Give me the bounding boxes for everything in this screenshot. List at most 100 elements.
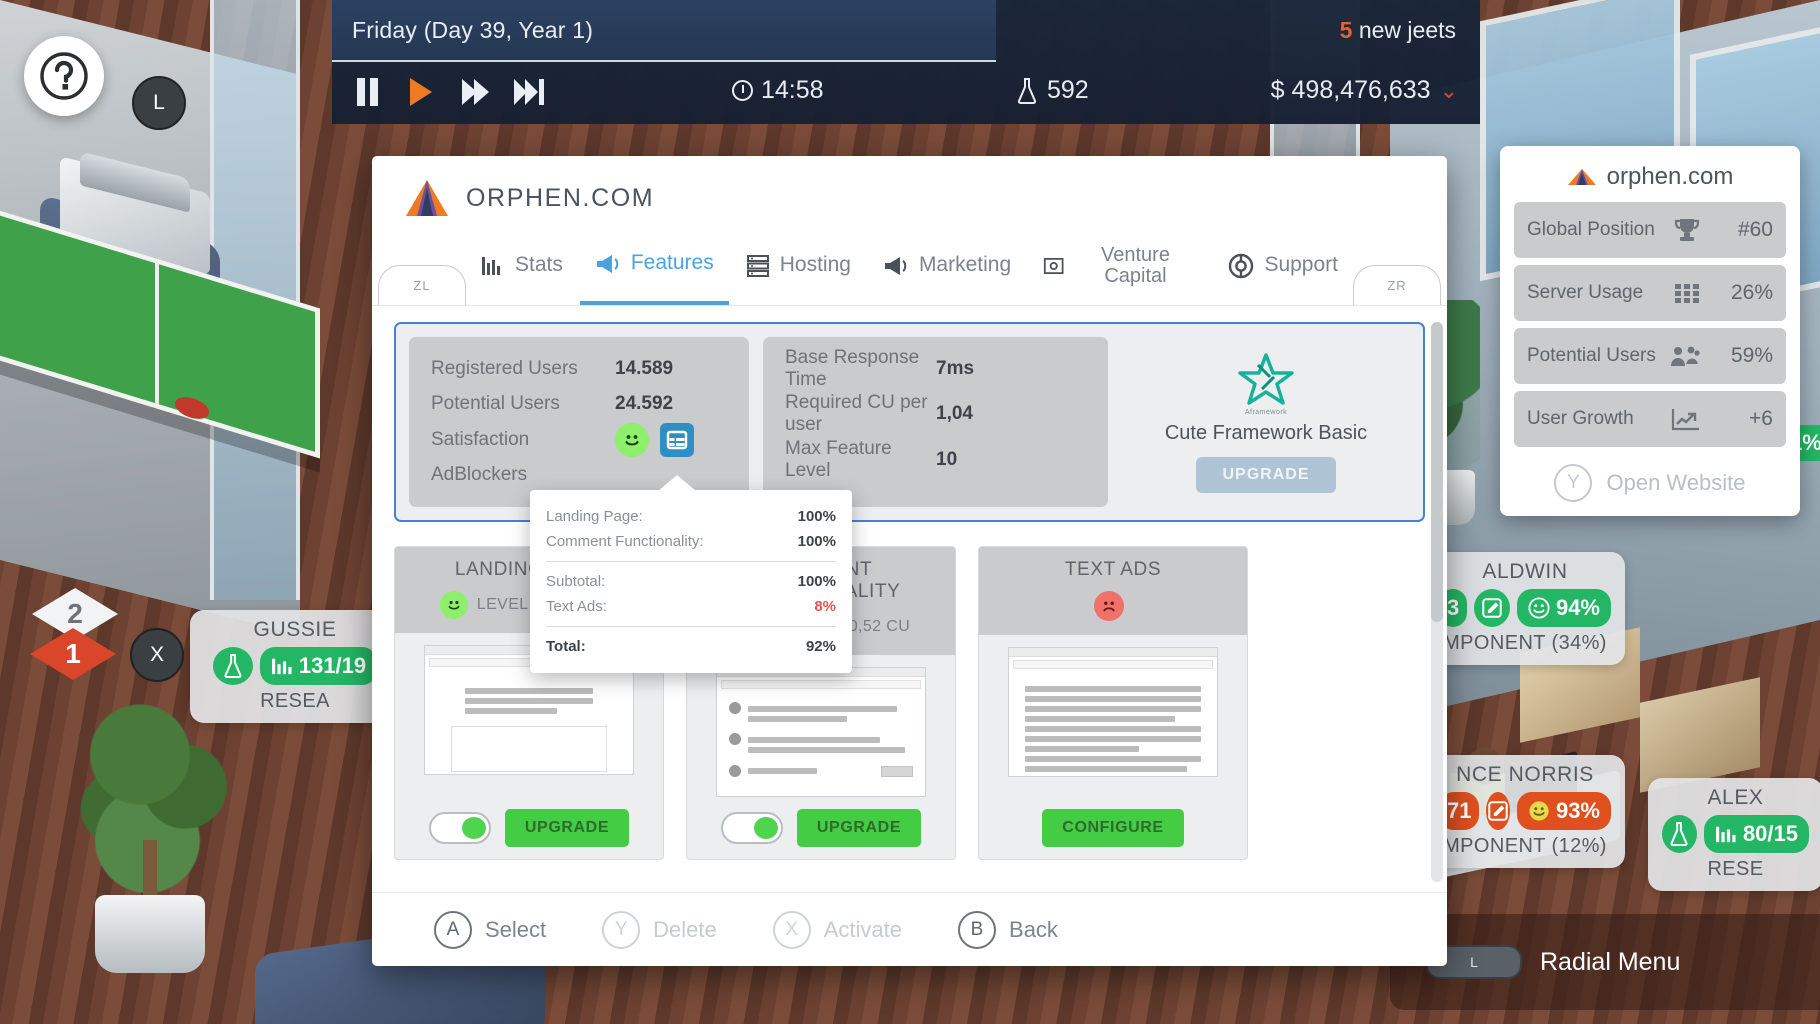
radial-menu-bar[interactable]: L Radial Menu — [1390, 914, 1820, 1010]
card-toggle[interactable] — [429, 812, 491, 844]
chevron-down-icon: ⌄ — [1440, 78, 1458, 104]
edit-pill[interactable] — [1486, 792, 1509, 830]
prompt-select[interactable]: A Select — [434, 911, 546, 949]
character-hud-alex[interactable]: ALEX 80/15 RESE — [1648, 778, 1820, 891]
bar-chart-icon — [1715, 824, 1737, 844]
play-button[interactable] — [404, 76, 438, 108]
character-task: MPONENT (34%) — [1439, 632, 1611, 655]
stat-value: 7ms — [936, 358, 1086, 380]
row-value: 26% — [1711, 281, 1773, 305]
happy-face-icon — [615, 423, 649, 457]
character-pills: 80/15 — [1662, 815, 1809, 853]
character-name: ALDWIN — [1439, 560, 1611, 584]
website-info-panel: orphen.com Global Position #60 Server Us… — [1500, 146, 1800, 516]
table-icon — [666, 430, 688, 450]
orphen-logo-icon — [1567, 168, 1597, 186]
card-meta — [989, 591, 1237, 621]
money-display[interactable]: $ 498,476,633 ⌄ — [1271, 76, 1458, 105]
button-a-icon: A — [434, 911, 472, 949]
mood-pill[interactable]: 93% — [1517, 792, 1611, 830]
research-pill[interactable] — [1662, 815, 1697, 853]
tab-support[interactable]: Support — [1213, 240, 1353, 305]
stat-row: Required CU per user 1,04 — [785, 396, 1086, 432]
research-pill[interactable] — [213, 647, 253, 685]
character-pills: 3 94% — [1439, 589, 1611, 627]
character-hud-aldwin[interactable]: ALDWIN 3 94% MPONENT (34%) — [1425, 552, 1625, 665]
stat-value: 10 — [936, 449, 1086, 471]
card-upgrade-button[interactable]: UPGRADE — [797, 809, 921, 847]
tooltip-key: Landing Page: — [546, 508, 643, 525]
keycap-x[interactable]: X — [130, 628, 184, 682]
prompt-label: Back — [1009, 917, 1058, 943]
speed-controls — [350, 76, 546, 108]
tab-label: Features — [631, 252, 714, 274]
panel-header: orphen.com — [1514, 158, 1786, 202]
feature-card-text-ads[interactable]: TEXT ADS — [978, 546, 1248, 860]
pencil-icon — [1487, 800, 1509, 822]
keycap-l-top[interactable]: L — [132, 76, 186, 130]
panel-row-potential-users: Potential Users 59% — [1514, 328, 1786, 384]
scrollbar-thumb[interactable] — [1431, 322, 1443, 622]
card-toggle[interactable] — [721, 812, 783, 844]
stat-key: Required CU per user — [785, 392, 936, 436]
satisfaction-breakdown-tooltip: Landing Page: 100% Comment Functionality… — [530, 490, 852, 673]
satisfaction-breakdown-button[interactable] — [660, 423, 694, 457]
prompt-label: Activate — [824, 917, 902, 943]
row-label: Potential Users — [1527, 346, 1659, 366]
character-hud-vince-norris[interactable]: NCE NORRIS 71 93% MPONENT (12%) — [1425, 755, 1625, 868]
lifebuoy-icon — [1228, 253, 1254, 279]
prompt-back[interactable]: B Back — [958, 911, 1058, 949]
stat-pill[interactable]: 80/15 — [1704, 815, 1809, 853]
tooltip-value: 100% — [798, 573, 836, 590]
tab-stats[interactable]: Stats — [466, 240, 578, 305]
stat-pill[interactable]: 131/19 — [260, 647, 377, 685]
plant-pot — [95, 895, 205, 973]
tab-features[interactable]: Features — [580, 240, 729, 305]
time-bar: Friday (Day 39, Year 1) 5 new jeets 14:5… — [332, 0, 1480, 124]
shoulder-right-button[interactable]: ZR — [1353, 265, 1441, 305]
open-website-action[interactable]: Y Open Website — [1514, 454, 1786, 502]
ultra-speed-button[interactable] — [512, 76, 546, 108]
edit-pill[interactable] — [1474, 589, 1510, 627]
stat-value: 80/15 — [1743, 821, 1798, 847]
mood-pill[interactable]: 94% — [1517, 589, 1611, 627]
character-hud-gussie[interactable]: GUSSIE 131/19 RESEA — [190, 610, 400, 723]
radial-menu-label: Radial Menu — [1540, 948, 1680, 977]
card-upgrade-button[interactable]: UPGRADE — [505, 809, 629, 847]
panel-row-global-position: Global Position #60 — [1514, 202, 1786, 258]
page-title: ORPHEN.COM — [466, 184, 654, 213]
tooltip-row-subtotal: Subtotal: 100% — [546, 569, 836, 594]
character-name: GUSSIE — [204, 618, 386, 642]
tab-venture-capital[interactable]: Venture Capital — [1028, 240, 1211, 305]
button-x-icon: X — [773, 911, 811, 949]
card-footer: UPGRADE — [687, 797, 955, 859]
tooltip-key: Text Ads: — [546, 598, 607, 615]
jeets-notification[interactable]: 5 new jeets — [1340, 17, 1456, 44]
character-task: RESE — [1662, 858, 1809, 881]
content-scrollbar[interactable] — [1431, 322, 1443, 882]
fast-forward-button[interactable] — [458, 76, 492, 108]
tooltip-row: Landing Page: 100% — [546, 504, 836, 529]
research-points: 592 — [1016, 76, 1089, 105]
open-website-label: Open Website — [1606, 470, 1745, 496]
card-configure-button[interactable]: CONFIGURE — [1042, 809, 1183, 847]
shoulder-left-button[interactable]: ZL — [378, 265, 466, 305]
tooltip-key: Total: — [546, 638, 586, 655]
stat-row: Potential Users 24.592 — [431, 387, 727, 423]
row-label: Global Position — [1527, 220, 1663, 240]
stat-key: Max Feature Level — [785, 438, 936, 482]
tab-marketing[interactable]: Marketing — [868, 240, 1026, 305]
framework-upgrade-button[interactable]: UPGRADE — [1196, 457, 1335, 493]
tab-hosting[interactable]: Hosting — [731, 240, 866, 305]
tooltip-row-total: Total: 92% — [546, 634, 836, 659]
card-title: TEXT ADS — [989, 559, 1237, 581]
character-pills: 131/19 — [204, 647, 386, 685]
research-value: 592 — [1047, 76, 1089, 105]
date-label: Friday (Day 39, Year 1) — [352, 17, 593, 44]
jeets-count: 5 — [1340, 17, 1353, 43]
help-button[interactable] — [24, 36, 104, 116]
pause-button[interactable] — [350, 76, 384, 108]
stat-key: Potential Users — [431, 393, 615, 415]
flask-icon — [222, 654, 244, 678]
tab-bar: ZL Stats Features — [372, 240, 1447, 306]
